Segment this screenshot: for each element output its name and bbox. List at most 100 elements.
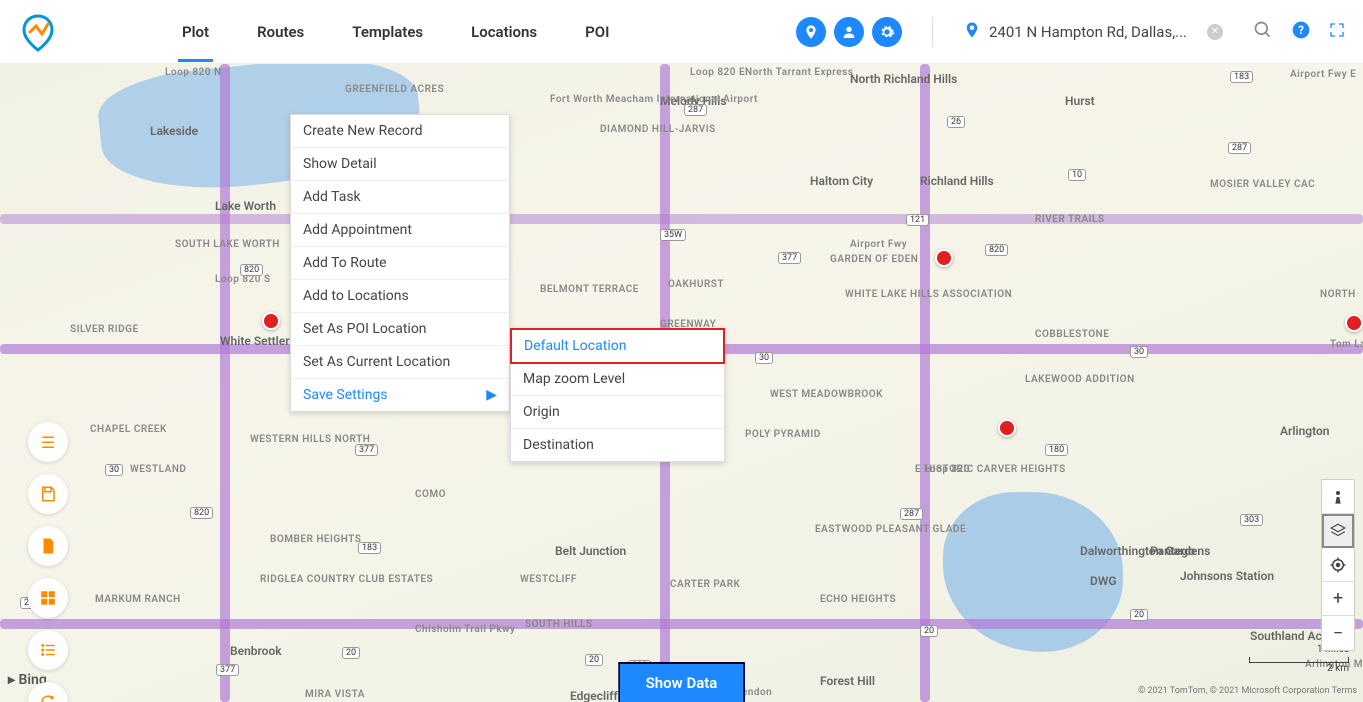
area-label: ECHO HEIGHTS [820,594,896,605]
ctx-save-settings-label: Save Settings [303,387,388,403]
city-label: Arlington [1280,424,1329,438]
header-right-icons: ? [1253,20,1345,44]
app-logo[interactable] [18,12,58,52]
route-shield: 10 [1068,169,1086,181]
area-label: WESTERN HILLS NORTH [250,434,370,445]
header-icon-group [796,17,933,47]
search-icon[interactable] [1253,20,1273,44]
area-label: EASTWOOD PLEASANT GLADE [815,524,966,535]
map-canvas[interactable]: Fort WorthNorth Richland HillsHurstArlin… [0,64,1363,702]
area-label: POLY PYRAMID [745,429,821,440]
route-shield: 287 [684,104,707,116]
city-label: Edgecliff [570,689,618,702]
area-label: Airport Fwy [850,239,907,250]
city-label: Benbrook [230,644,282,658]
area-label: COMO [415,489,446,500]
map-pin-button[interactable] [796,17,826,47]
route-shield: 26 [947,116,965,128]
fullscreen-icon[interactable] [1329,22,1345,42]
ctx-show-detail[interactable]: Show Detail [291,148,509,181]
nav-locations[interactable]: Locations [467,3,541,61]
nav-templates[interactable]: Templates [348,3,427,61]
sub-origin[interactable]: Origin [511,396,724,429]
ctx-set-poi-location[interactable]: Set As POI Location [291,313,509,346]
user-button[interactable] [834,17,864,47]
record-pin[interactable] [935,249,953,267]
route-shield: 20 [920,625,938,637]
route-shield: 287 [900,508,923,520]
menu-lines-icon[interactable]: ☰ [28,422,68,462]
route-shield: 30 [105,464,123,476]
area-label: OAKHURST [668,279,724,290]
area-label: LAKEWOOD ADDITION [1025,374,1135,385]
sub-destination[interactable]: Destination [511,429,724,461]
grid-icon[interactable] [28,578,68,618]
map-controls: + − [1321,479,1355,651]
zoom-in-button[interactable]: + [1322,582,1354,616]
ctx-add-task[interactable]: Add Task [291,181,509,214]
area-label: Loop 820 E [690,67,745,78]
area-label: MOSIER VALLEY CAC [1210,179,1315,190]
area-label: CHAPEL CREEK [90,424,167,435]
locate-me-icon[interactable] [1322,548,1354,582]
area-label: RIDGLEA COUNTRY CLUB ESTATES [260,574,433,585]
area-label: BELMONT TERRACE [540,284,639,295]
city-label: Belt Junction [555,544,626,558]
document-icon[interactable] [28,526,68,566]
ctx-add-to-locations[interactable]: Add to Locations [291,280,509,313]
area-label: DIAMOND HILL-JARVIS [600,124,716,135]
route-shield: 30 [1130,346,1148,358]
area-label: NORTH [1320,289,1356,300]
route-shield: 820 [985,244,1008,256]
city-label: Hurst [1065,94,1095,108]
route-shield: 377 [355,444,378,456]
ctx-save-settings[interactable]: Save Settings ▶ [291,379,509,411]
area-label: WEST MEADOWBROOK [770,389,883,400]
help-icon[interactable]: ? [1291,20,1311,44]
ctx-add-appointment[interactable]: Add Appointment [291,214,509,247]
route-shield: 287 [1228,142,1251,154]
zoom-out-button[interactable]: − [1322,616,1354,650]
gear-button[interactable] [872,17,902,47]
record-pin[interactable] [998,419,1016,437]
address-text[interactable]: 2401 N Hampton Rd, Dallas,... [989,23,1199,41]
area-label: WESTCLIFF [520,574,577,585]
area-label: SILVER RIDGE [70,324,139,335]
area-label: Fort Worth Meacham International Airport [550,94,758,105]
highway [220,64,230,702]
streetview-icon[interactable] [1322,480,1354,514]
ctx-set-current-location[interactable]: Set As Current Location [291,346,509,379]
area-label: HISTORIC CARVER HEIGHTS [925,464,1066,475]
route-shield: 377 [778,252,801,264]
city-label: North Richland Hills [850,72,957,86]
top-header: Plot Routes Templates Locations POI 2401… [0,0,1363,64]
list-icon[interactable] [28,630,68,670]
ctx-create-new-record[interactable]: Create New Record [291,115,509,148]
route-shield: 377 [216,664,239,676]
route-shield: 121 [906,214,929,226]
clear-address-icon[interactable]: ✕ [1207,24,1223,40]
record-pin[interactable] [262,312,280,330]
nav-plot[interactable]: Plot [178,3,213,61]
route-shield: 20 [342,647,360,659]
svg-text:?: ? [1298,23,1304,37]
nav-poi[interactable]: POI [581,3,613,61]
refresh-icon[interactable] [28,682,68,702]
ctx-add-to-route[interactable]: Add To Route [291,247,509,280]
submenu-arrow-icon: ▶ [486,387,497,403]
layers-icon[interactable] [1322,514,1354,548]
save-disk-icon[interactable] [28,474,68,514]
sub-default-location[interactable]: Default Location [510,328,725,364]
area-label: MIRA VISTA [305,689,365,700]
highway [920,64,930,702]
route-shield: 303 [1240,514,1263,526]
area-label: North Tarrant Express [745,67,853,78]
area-label: GARDEN OF EDEN [830,254,918,265]
area-label: MARKUM RANCH [95,594,181,605]
record-pin[interactable] [1345,314,1363,332]
sub-map-zoom-level[interactable]: Map zoom Level [511,363,724,396]
area-label: COBBLESTONE [1035,329,1109,340]
route-shield: 820 [190,507,213,519]
show-data-button[interactable]: Show Data [618,662,746,702]
nav-routes[interactable]: Routes [253,3,308,61]
